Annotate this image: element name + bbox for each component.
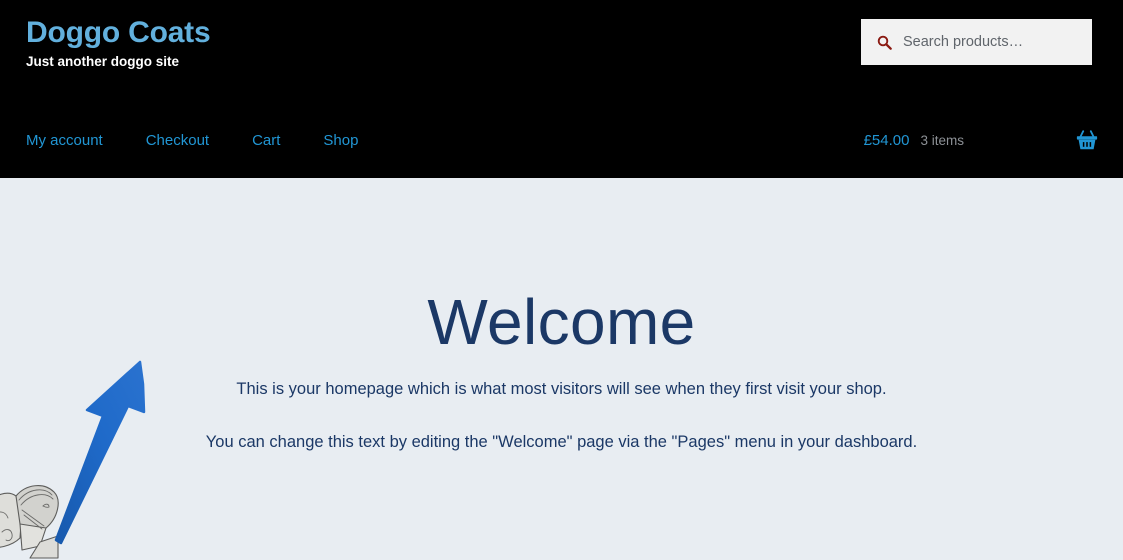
shopping-basket-icon[interactable] <box>1076 129 1098 151</box>
nav-item-my-account[interactable]: My account <box>26 132 103 149</box>
site-branding[interactable]: Doggo Coats Just another doggo site <box>26 16 211 70</box>
nav-item-shop[interactable]: Shop <box>323 132 358 149</box>
cart-item-count: 3 items <box>920 132 964 148</box>
cart-summary[interactable]: £54.00 3 items <box>864 113 1098 167</box>
page-content: Welcome This is your homepage which is w… <box>0 178 1123 560</box>
homepage-paragraph-1: This is your homepage which is what most… <box>236 380 887 398</box>
primary-nav-row: My account Checkout Cart Shop £54.00 3 i… <box>0 113 1123 167</box>
nav-item-checkout[interactable]: Checkout <box>146 132 209 149</box>
search-icon <box>877 35 892 50</box>
dog-coat-hood-sketch <box>0 480 92 560</box>
site-header: Doggo Coats Just another doggo site My a… <box>0 0 1123 178</box>
site-title[interactable]: Doggo Coats <box>26 16 211 49</box>
page-title: Welcome <box>427 286 696 358</box>
site-tagline: Just another doggo site <box>26 54 180 70</box>
nav-item-cart[interactable]: Cart <box>252 132 280 149</box>
main-navigation: My account Checkout Cart Shop <box>26 113 358 167</box>
search-input[interactable] <box>903 19 1083 65</box>
homepage-paragraph-2: You can change this text by editing the … <box>205 433 918 451</box>
product-search-form[interactable] <box>861 19 1092 65</box>
cart-total-amount: £54.00 <box>863 131 910 149</box>
